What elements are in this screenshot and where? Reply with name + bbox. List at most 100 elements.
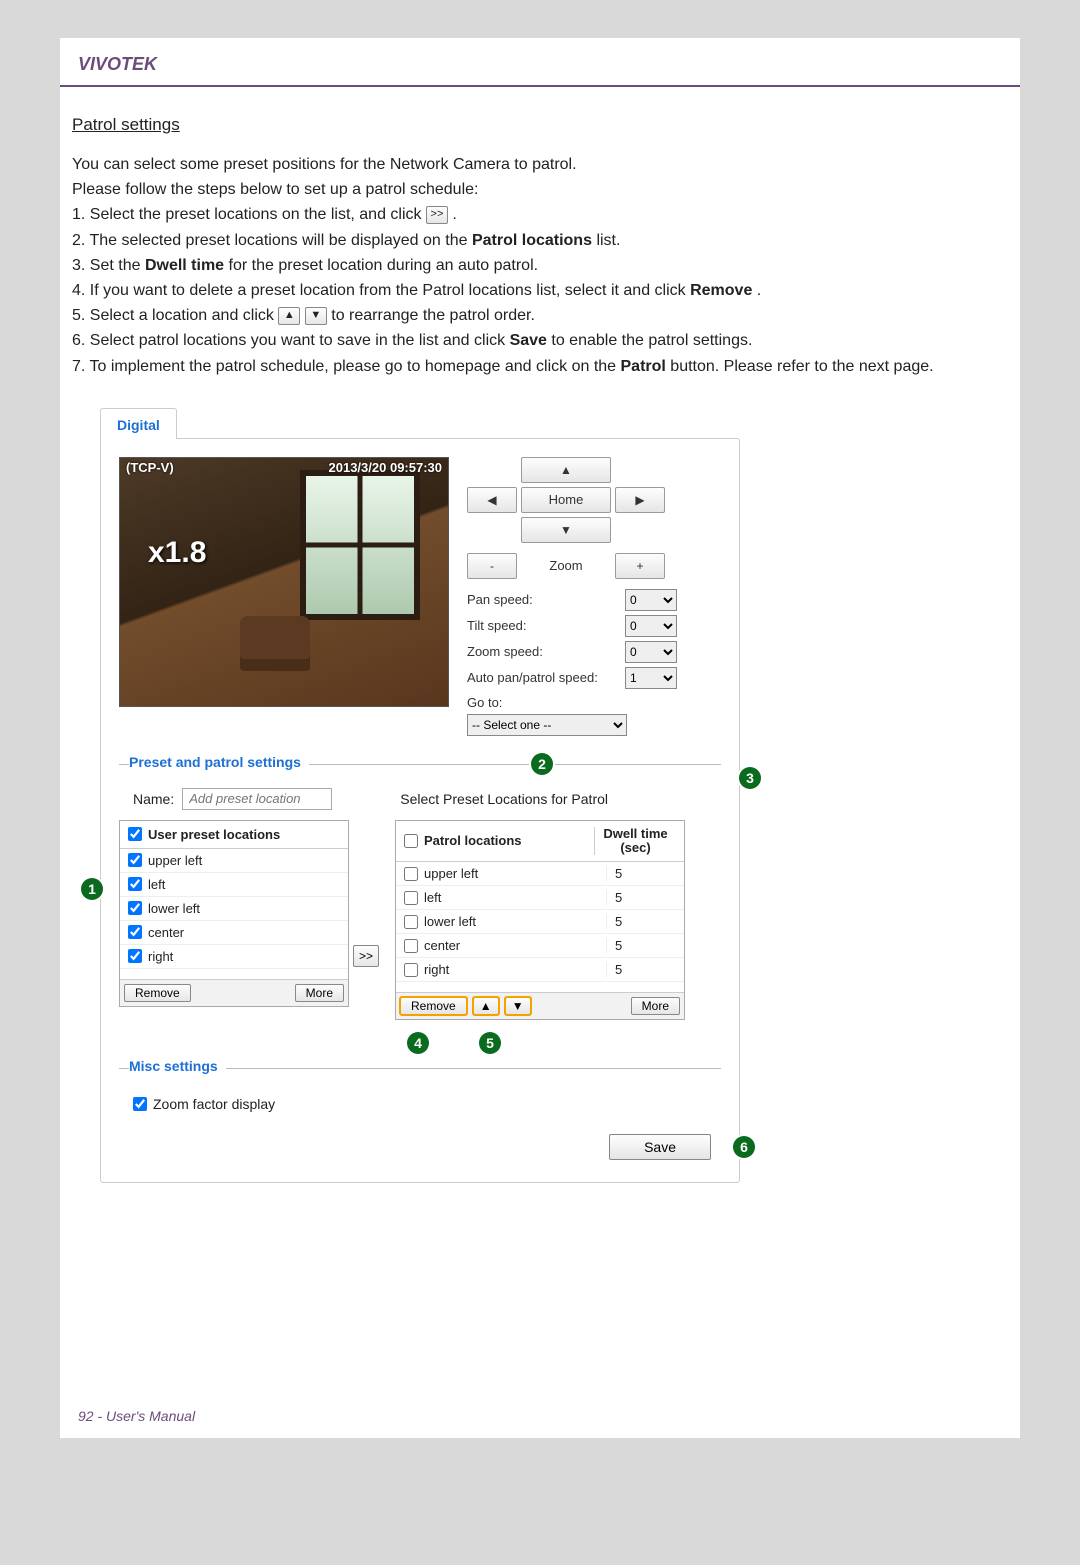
step-text: 1. Select the preset locations on the li… bbox=[72, 206, 426, 223]
patrol-list-header: Patrol locations bbox=[424, 833, 522, 848]
patrol-item-label: left bbox=[424, 890, 441, 905]
patrol-item-checkbox[interactable] bbox=[404, 867, 418, 881]
callout-2: 2 bbox=[531, 753, 553, 775]
preset-item-label: center bbox=[148, 925, 184, 940]
arrow-up-icon: ▲ bbox=[278, 307, 300, 325]
patrol-list-item[interactable]: lower left5 bbox=[396, 910, 684, 934]
ptz-down-button[interactable]: ▼ bbox=[521, 517, 611, 543]
patrol-list-item[interactable]: left 5 bbox=[396, 886, 684, 910]
zoom-in-button[interactable]: + bbox=[615, 553, 665, 579]
patrol-item-checkbox[interactable] bbox=[404, 939, 418, 953]
zoom-factor-display-checkbox[interactable] bbox=[133, 1097, 147, 1111]
misc-legend: Misc settings bbox=[129, 1058, 226, 1074]
arrow-down-icon: ▼ bbox=[305, 307, 327, 325]
preset-list-item[interactable]: lower left bbox=[120, 897, 348, 921]
patrol-remove-button[interactable]: Remove bbox=[400, 997, 467, 1015]
zoom-speed-label: Zoom speed: bbox=[467, 644, 543, 659]
step-text: to rearrange the patrol order. bbox=[331, 307, 535, 324]
tab-digital[interactable]: Digital bbox=[100, 408, 177, 439]
step-bold: Patrol bbox=[621, 358, 666, 375]
patrol-item-label: lower left bbox=[424, 914, 476, 929]
patrol-item-dwell: 5 bbox=[606, 890, 676, 905]
patrol-item-dwell: 5 bbox=[606, 866, 676, 881]
step-text: 4. If you want to delete a preset locati… bbox=[72, 282, 690, 299]
patrol-item-label: center bbox=[424, 938, 460, 953]
patrol-select-all-checkbox[interactable] bbox=[404, 834, 418, 848]
preset-list-item[interactable]: right bbox=[120, 945, 348, 969]
preset-list-item[interactable]: center bbox=[120, 921, 348, 945]
zoom-speed-select[interactable]: 0 bbox=[625, 641, 677, 663]
camera-timestamp: 2013/3/20 09:57:30 bbox=[329, 460, 442, 475]
preset-item-label: upper left bbox=[148, 853, 202, 868]
preset-item-checkbox[interactable] bbox=[128, 949, 142, 963]
name-label: Name: bbox=[133, 791, 174, 807]
auto-speed-label: Auto pan/patrol speed: bbox=[467, 670, 598, 685]
section-title: Patrol settings bbox=[72, 115, 1020, 135]
step-text: 2. The selected preset locations will be… bbox=[72, 232, 472, 249]
tilt-speed-select[interactable]: 0 bbox=[625, 615, 677, 637]
step-text: 6. Select patrol locations you want to s… bbox=[72, 332, 510, 349]
step-text: 7. To implement the patrol schedule, ple… bbox=[72, 358, 621, 375]
preset-item-checkbox[interactable] bbox=[128, 877, 142, 891]
preset-item-checkbox[interactable] bbox=[128, 925, 142, 939]
patrol-item-dwell: 5 bbox=[606, 962, 676, 977]
tilt-speed-label: Tilt speed: bbox=[467, 618, 527, 633]
zoom-factor-display-label: Zoom factor display bbox=[153, 1096, 275, 1112]
auto-speed-select[interactable]: 1 bbox=[625, 667, 677, 689]
save-button[interactable]: Save bbox=[609, 1134, 711, 1160]
preset-select-all-checkbox[interactable] bbox=[128, 827, 142, 841]
callout-4: 4 bbox=[407, 1032, 429, 1054]
ptz-home-button[interactable]: Home bbox=[521, 487, 611, 513]
step-text: button. Please refer to the next page. bbox=[670, 358, 933, 375]
preset-list-header: User preset locations bbox=[148, 827, 280, 842]
step-text: . bbox=[452, 206, 456, 223]
step-bold: Save bbox=[510, 332, 547, 349]
ptz-right-button[interactable]: ▶ bbox=[615, 487, 665, 513]
ptz-left-button[interactable]: ◀ bbox=[467, 487, 517, 513]
goto-select[interactable]: -- Select one -- bbox=[467, 714, 627, 736]
preset-more-button[interactable]: More bbox=[295, 984, 344, 1002]
patrol-item-label: right bbox=[424, 962, 449, 977]
patrol-move-down-button[interactable]: ▼ bbox=[505, 997, 531, 1015]
preset-item-checkbox[interactable] bbox=[128, 901, 142, 915]
zoom-out-button[interactable]: - bbox=[467, 553, 517, 579]
select-patrol-label: Select Preset Locations for Patrol bbox=[400, 791, 608, 807]
zoom-factor-overlay: x1.8 bbox=[148, 536, 206, 570]
patrol-item-checkbox[interactable] bbox=[404, 915, 418, 929]
intro-line: Please follow the steps below to set up … bbox=[72, 178, 1008, 201]
ptz-up-button[interactable]: ▲ bbox=[521, 457, 611, 483]
step-text: list. bbox=[596, 232, 620, 249]
transfer-icon: >> bbox=[426, 206, 448, 224]
patrol-list-item[interactable]: center5 bbox=[396, 934, 684, 958]
patrol-item-checkbox[interactable] bbox=[404, 963, 418, 977]
step-bold: Dwell time bbox=[145, 257, 224, 274]
preset-list-item[interactable]: left bbox=[120, 873, 348, 897]
dwell-header-unit: (sec) bbox=[620, 841, 650, 855]
dwell-header: Dwell time bbox=[603, 827, 667, 841]
transfer-button[interactable]: >> bbox=[353, 945, 379, 967]
camera-preview: (TCP-V) 2013/3/20 09:57:30 x1.8 bbox=[119, 457, 449, 707]
step-text: . bbox=[757, 282, 761, 299]
preset-item-label: lower left bbox=[148, 901, 200, 916]
preset-item-checkbox[interactable] bbox=[128, 853, 142, 867]
step-text: for the preset location during an auto p… bbox=[229, 257, 539, 274]
page-footer: 92 - User's Manual bbox=[78, 1408, 195, 1424]
zoom-label: Zoom bbox=[521, 553, 611, 579]
patrol-item-checkbox[interactable] bbox=[404, 891, 418, 905]
pan-speed-select[interactable]: 0 bbox=[625, 589, 677, 611]
step-text: to enable the patrol settings. bbox=[551, 332, 752, 349]
patrol-list-item[interactable]: right 5 bbox=[396, 958, 684, 982]
preset-legend: Preset and patrol settings bbox=[129, 754, 309, 770]
step-text: 5. Select a location and click bbox=[72, 307, 278, 324]
patrol-move-up-button[interactable]: ▲ bbox=[473, 997, 499, 1015]
pan-speed-label: Pan speed: bbox=[467, 592, 533, 607]
preset-remove-button[interactable]: Remove bbox=[124, 984, 191, 1002]
patrol-more-button[interactable]: More bbox=[631, 997, 680, 1015]
preset-name-input[interactable] bbox=[182, 788, 332, 810]
preset-item-label: left bbox=[148, 877, 165, 892]
patrol-item-label: upper left bbox=[424, 866, 478, 881]
intro-line: You can select some preset positions for… bbox=[72, 153, 1008, 176]
step-text: 3. Set the bbox=[72, 257, 145, 274]
patrol-list-item[interactable]: upper left 5 bbox=[396, 862, 684, 886]
preset-list-item[interactable]: upper left bbox=[120, 849, 348, 873]
